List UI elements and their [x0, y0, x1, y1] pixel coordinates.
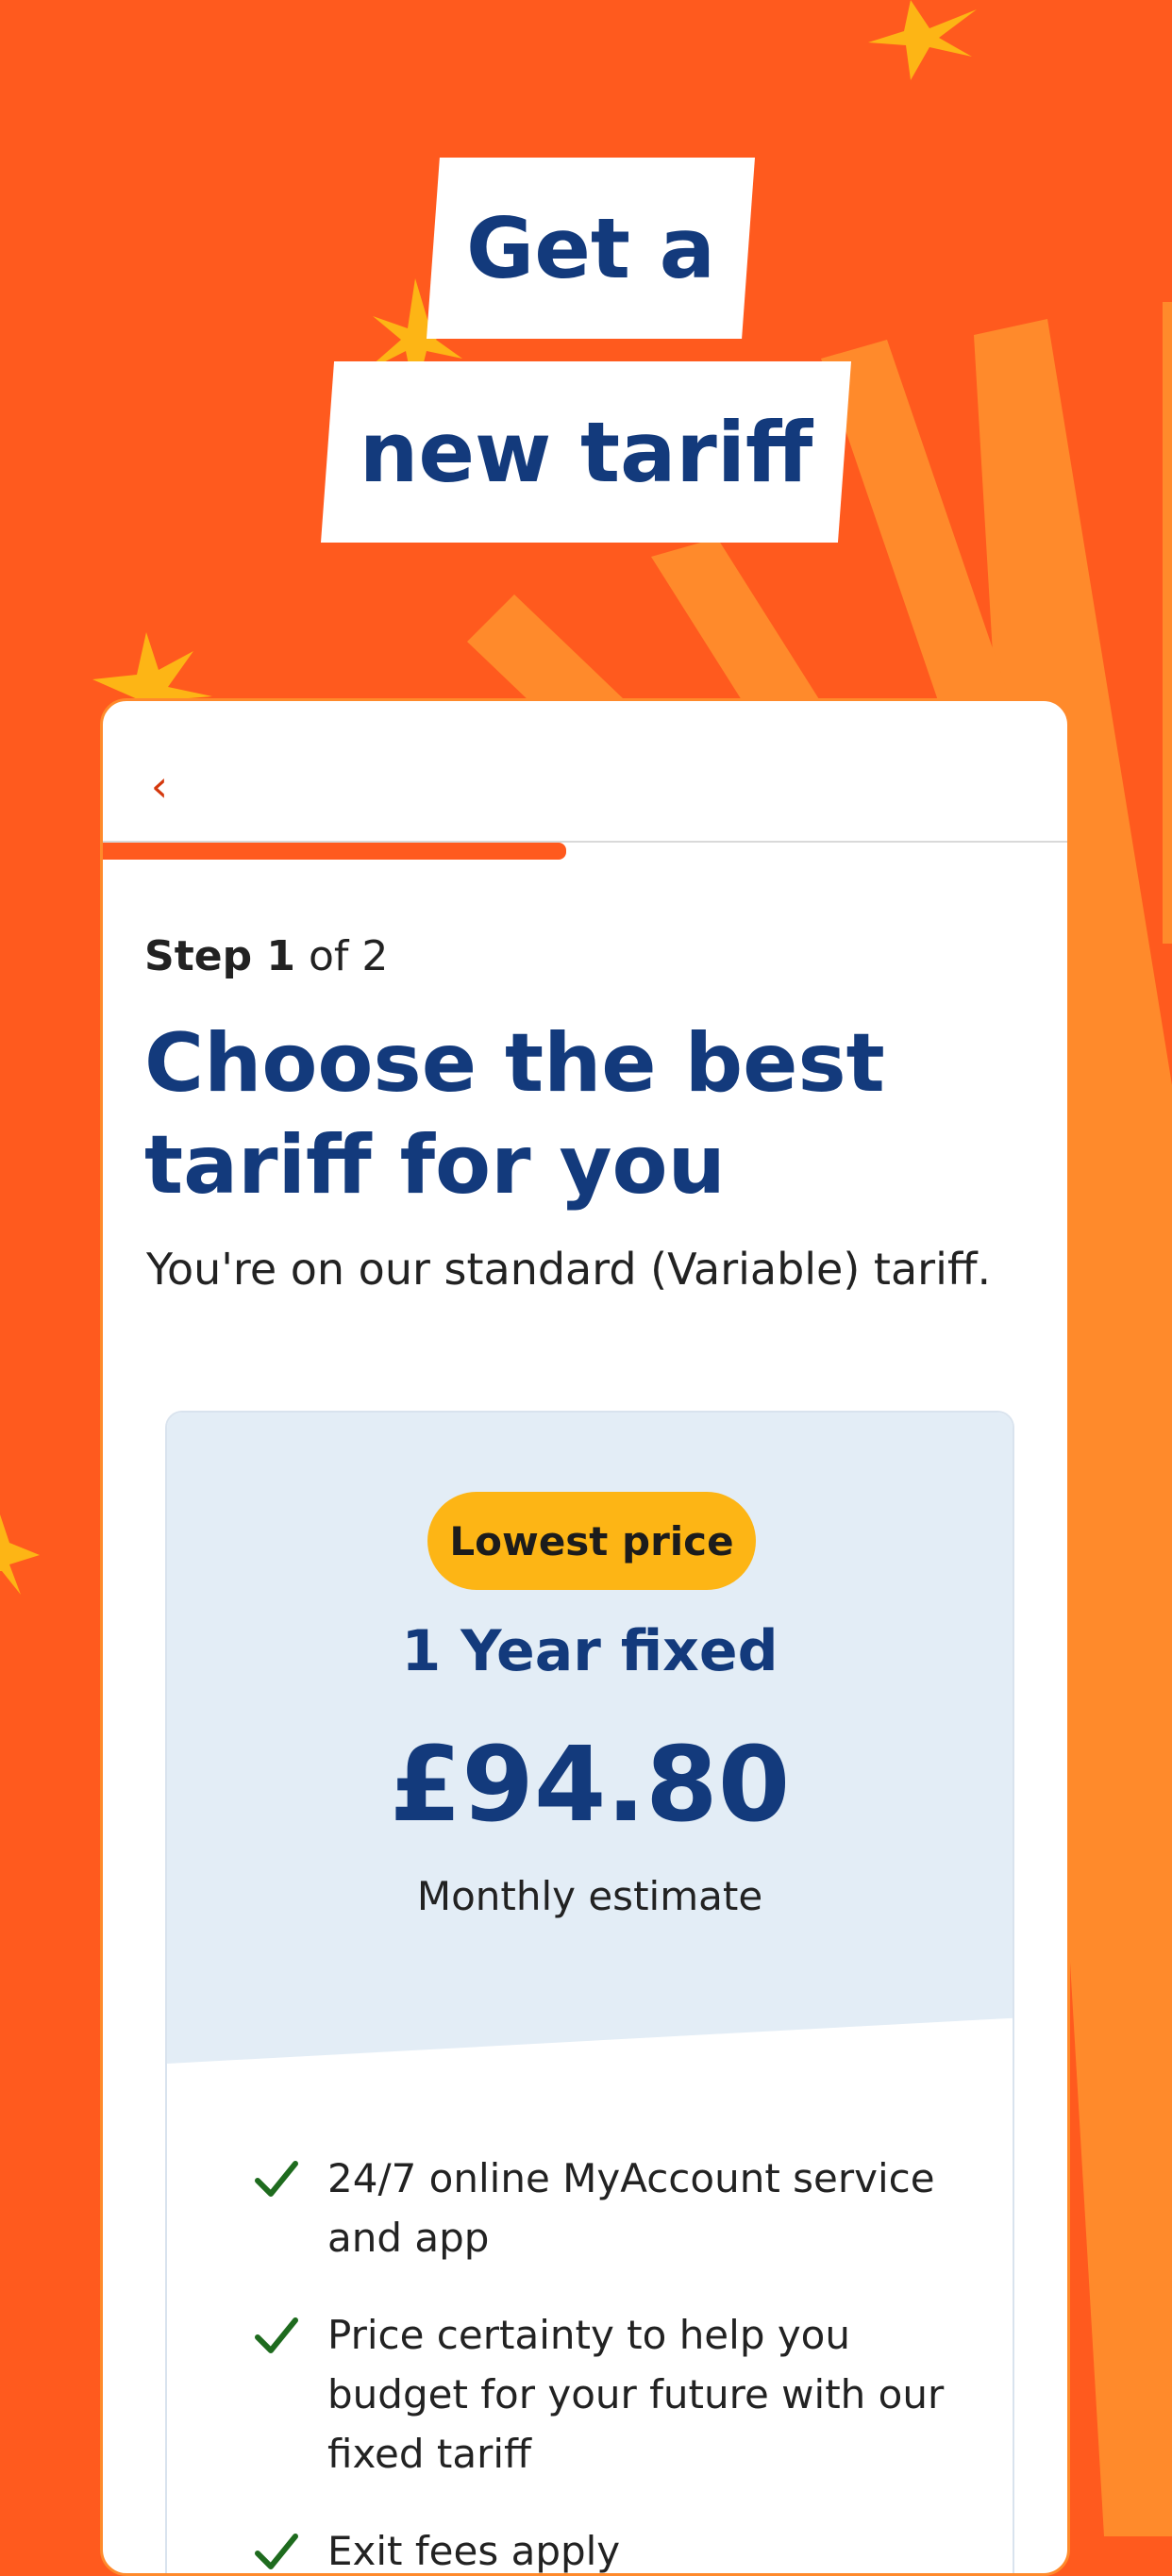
card-header: ‹ — [103, 701, 1067, 843]
hero-title-line-2: new tariff — [321, 361, 851, 543]
feature-text: Price certainty to help you budget for y… — [327, 2312, 945, 2477]
sparkle-icon — [0, 1514, 40, 1595]
feature-item: 24/7 online MyAccount service and app — [252, 2149, 950, 2267]
tariff-price: £94.80 — [389, 1724, 791, 1845]
chevron-left-icon: ‹ — [150, 761, 169, 811]
check-icon — [255, 2161, 298, 2197]
current-tariff-text: You're on our standard (Variable) tariff… — [146, 1244, 992, 1295]
feature-text: 24/7 online MyAccount service and app — [327, 2155, 935, 2261]
check-icon — [255, 2534, 298, 2569]
feature-text: Exit fees apply — [327, 2528, 621, 2574]
step-label: Step 1 — [144, 932, 295, 980]
tariff-option-card[interactable]: Lowest price 1 Year fixed £94.80 Monthly… — [165, 1411, 1014, 2574]
step-indicator: Step 1 of 2 — [144, 932, 388, 980]
step-total: of 2 — [309, 932, 389, 980]
back-button[interactable]: ‹ — [131, 758, 188, 814]
feature-list: 24/7 online MyAccount service and app Pr… — [252, 2149, 950, 2574]
feature-item: Exit fees apply — [252, 2521, 950, 2574]
lowest-price-badge: Lowest price — [427, 1492, 756, 1590]
sparkle-icon — [868, 0, 977, 80]
tariff-selection-card: ‹ Step 1 of 2 Choose the best tariff for… — [100, 698, 1070, 2576]
price-note: Monthly estimate — [416, 1873, 763, 1919]
page-title: Choose the best tariff for you — [144, 1016, 885, 1213]
hero-title-line-1: Get a — [427, 158, 755, 339]
check-icon — [255, 2317, 298, 2353]
tariff-name: 1 Year fixed — [401, 1618, 779, 1684]
feature-item: Price certainty to help you budget for y… — [252, 2305, 950, 2484]
progress-bar-fill — [103, 843, 566, 860]
progress-bar — [103, 843, 1067, 860]
